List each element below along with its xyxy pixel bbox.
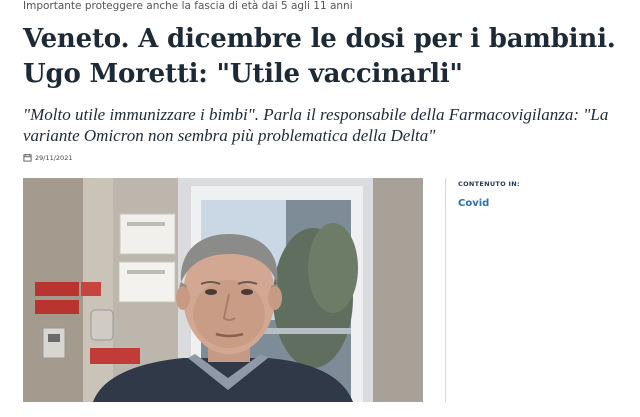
sidebar-label: CONTENUTO IN: [458,180,520,188]
article-headline: Veneto. A dicembre le dosi per i bambini… [23,24,616,89]
publish-date: 29/11/2021 [35,153,73,162]
portrait-photo [23,178,423,402]
article-dateline: 29/11/2021 [23,153,72,162]
article-photo[interactable] [23,178,423,402]
calendar-icon [23,153,32,162]
sidebar-divider [445,178,446,402]
topic-link-covid[interactable]: Covid [458,198,489,209]
article-kicker: Importante proteggere anche la fascia di… [23,0,353,12]
article-subtitle: "Molto utile immunizzare i bimbi". Parla… [23,105,609,145]
